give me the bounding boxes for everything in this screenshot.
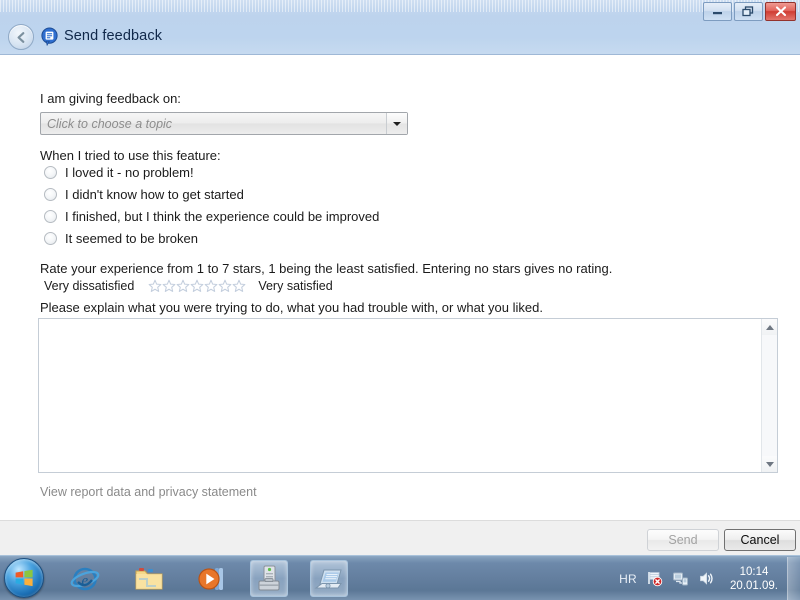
taskbar: e HR 10:14 20.01.09. <box>0 555 800 600</box>
feedback-tool-window-icon <box>314 569 342 588</box>
rating-low-label: Very dissatisfied <box>44 279 135 293</box>
star-strip[interactable] <box>148 279 246 293</box>
taskbar-window-feedback-tool[interactable] <box>310 560 348 597</box>
topic-dropdown-placeholder: Click to choose a topic <box>47 116 173 131</box>
radio-option-label: I didn't know how to get started <box>65 187 244 202</box>
radio-option-label: It seemed to be broken <box>65 231 198 246</box>
chevron-down-icon <box>393 121 401 126</box>
star-rating-control[interactable]: Very dissatisfied Very satisfied <box>44 279 333 293</box>
windows-logo-icon <box>15 569 33 587</box>
send-button[interactable]: Send <box>647 529 719 551</box>
svg-text:e: e <box>82 573 89 589</box>
radio-button-icon <box>44 188 57 201</box>
radio-option-loved-it[interactable]: I loved it - no problem! <box>44 165 194 180</box>
scrollbar-track[interactable] <box>762 335 777 456</box>
feedback-bubble-icon <box>41 27 58 46</box>
star-icon-5[interactable] <box>204 279 218 293</box>
close-button[interactable] <box>765 2 796 21</box>
send-feedback-window: Send feedback I am giving feedback on: C… <box>0 0 800 600</box>
start-button[interactable] <box>4 558 44 598</box>
topic-dropdown-arrow-button[interactable] <box>386 113 407 134</box>
media-player-icon <box>198 567 223 590</box>
computer-toolbox-icon <box>258 565 280 590</box>
rating-instructions: Rate your experience from 1 to 7 stars, … <box>40 261 613 276</box>
scroll-down-button[interactable] <box>762 456 777 472</box>
star-icon-2[interactable] <box>162 279 176 293</box>
comment-textarea[interactable] <box>39 319 761 472</box>
system-tray: HR 10:14 20.01.09. <box>619 556 778 600</box>
radio-button-icon <box>44 232 57 245</box>
topic-label: I am giving feedback on: <box>40 91 181 106</box>
back-arrow-icon <box>17 31 24 43</box>
minimize-button[interactable] <box>703 2 732 21</box>
star-icon-1[interactable] <box>148 279 162 293</box>
title-bar: Send feedback <box>0 0 800 55</box>
radio-option-label: I loved it - no problem! <box>65 165 194 180</box>
star-icon-6[interactable] <box>218 279 232 293</box>
dialog-footer: Send Cancel <box>0 520 800 555</box>
radio-option-seemed-broken[interactable]: It seemed to be broken <box>44 231 198 246</box>
rating-high-label: Very satisfied <box>258 279 333 293</box>
taskbar-windows-explorer[interactable] <box>130 560 168 597</box>
taskbar-internet-explorer[interactable]: e <box>66 560 104 597</box>
window-controls <box>703 2 796 21</box>
radio-option-didnt-know[interactable]: I didn't know how to get started <box>44 187 244 202</box>
minimize-icon <box>713 12 722 15</box>
chevron-up-icon <box>765 324 774 330</box>
radio-button-icon <box>44 166 57 179</box>
language-indicator[interactable]: HR <box>619 572 637 586</box>
star-icon-3[interactable] <box>176 279 190 293</box>
clock[interactable]: 10:14 20.01.09. <box>730 565 778 593</box>
clock-time: 10:14 <box>739 565 769 578</box>
back-button[interactable] <box>8 24 34 50</box>
form-content: I am giving feedback on: Click to choose… <box>0 55 800 520</box>
comment-scrollbar[interactable] <box>761 319 777 472</box>
privacy-statement-link[interactable]: View report data and privacy statement <box>40 485 257 499</box>
restore-button[interactable] <box>734 2 763 21</box>
close-icon <box>775 6 786 17</box>
topic-dropdown[interactable]: Click to choose a topic <box>40 112 408 135</box>
comment-label: Please explain what you were trying to d… <box>40 300 543 315</box>
taskbar-media-player[interactable] <box>194 560 232 597</box>
action-center-flag-icon[interactable] <box>646 570 663 587</box>
restore-icon <box>742 6 754 17</box>
show-desktop-button[interactable] <box>787 557 800 600</box>
experience-label: When I tried to use this feature: <box>40 148 221 163</box>
folder-icon <box>135 567 163 589</box>
comment-textarea-wrapper <box>38 318 778 473</box>
network-icon[interactable] <box>672 570 689 587</box>
radio-button-icon <box>44 210 57 223</box>
internet-explorer-icon: e <box>70 567 100 590</box>
chevron-down-icon <box>765 461 774 467</box>
clock-date: 20.01.09. <box>730 579 778 592</box>
radio-option-label: I finished, but I think the experience c… <box>65 209 380 224</box>
volume-icon[interactable] <box>698 570 715 587</box>
cancel-button[interactable]: Cancel <box>724 529 796 551</box>
star-icon-7[interactable] <box>232 279 246 293</box>
scroll-up-button[interactable] <box>762 319 777 335</box>
star-icon-4[interactable] <box>190 279 204 293</box>
window-title: Send feedback <box>64 28 163 44</box>
taskbar-window-computer-toolbox[interactable] <box>250 560 288 597</box>
title-bar-texture <box>0 0 800 12</box>
radio-option-could-be-improved[interactable]: I finished, but I think the experience c… <box>44 209 379 224</box>
